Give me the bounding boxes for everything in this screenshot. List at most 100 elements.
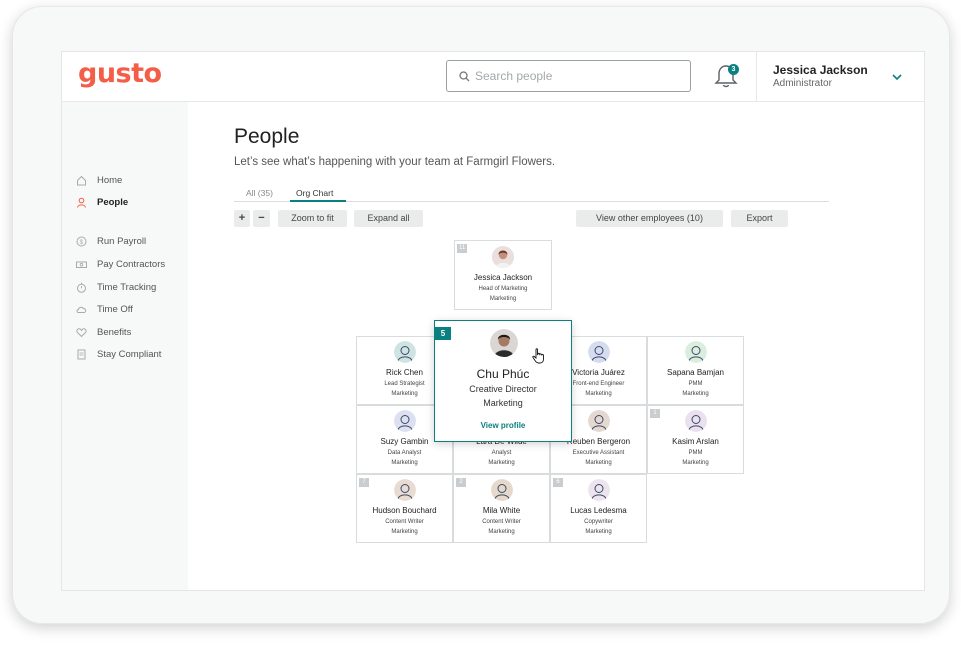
export-button[interactable]: Export	[731, 210, 788, 227]
employee-department: Marketing	[585, 529, 612, 535]
zoom-to-fit-button[interactable]: Zoom to fit	[278, 210, 347, 227]
search-people-input[interactable]: Search people	[446, 60, 691, 92]
sidebar-item-stay-compliant[interactable]: Stay Compliant	[76, 346, 161, 362]
employee-department: Marketing	[585, 460, 612, 466]
employee-department: Marketing	[391, 460, 418, 466]
employee-department: Marketing	[489, 296, 517, 302]
avatar	[684, 341, 707, 363]
employee-department: Marketing	[682, 391, 709, 397]
org-card-kasim-arslan[interactable]: 1 Kasim Arslan PMM Marketing	[647, 405, 744, 474]
page-subtitle: Let’s see what’s happening with your tea…	[234, 156, 556, 168]
heart-icon	[76, 327, 87, 337]
direct-reports-count: 6	[553, 478, 563, 487]
sidebar-item-label: Time Tracking	[97, 281, 157, 293]
sidebar-item-label: Time Off	[97, 303, 133, 315]
cloud-icon	[76, 306, 87, 313]
svg-text:$: $	[80, 240, 84, 246]
zoom-out-button[interactable]: −	[253, 210, 270, 227]
direct-reports-count: 7	[359, 478, 369, 487]
gusto-logo[interactable]: gusto	[78, 58, 162, 89]
dollar-icon: $	[76, 236, 87, 246]
employee-department: Marketing	[682, 460, 709, 466]
org-card-hudson-bouchard[interactable]: 7 Hudson Bouchard Content Writer Marketing	[356, 474, 453, 543]
sidebar-item-label: Home	[97, 174, 123, 186]
sidebar-item-home[interactable]: Home	[76, 172, 122, 188]
active-tab-indicator	[290, 200, 346, 202]
header-divider	[756, 52, 757, 102]
direct-reports-count: 11	[457, 244, 468, 253]
employee-name: Jessica Jackson	[473, 273, 533, 282]
employee-department: Marketing	[488, 529, 515, 535]
sidebar-item-label: People	[97, 196, 129, 208]
avatar	[684, 410, 707, 432]
employee-department: Marketing	[391, 529, 418, 535]
employee-title: PMM	[688, 450, 703, 456]
notification-count-badge: 3	[728, 64, 739, 75]
sidebar-item-people[interactable]: People	[76, 194, 128, 210]
avatar	[490, 329, 518, 357]
employee-title: Content Writer	[482, 519, 521, 525]
avatar	[587, 410, 610, 432]
avatar	[393, 341, 416, 363]
employee-department: Marketing	[483, 398, 523, 408]
org-card-lucas-ledesma[interactable]: 6 Lucas Ledesma Copywriter Marketing	[550, 474, 647, 543]
employee-title: Executive Assistant	[572, 450, 625, 456]
employee-title: Head of Marketing	[478, 286, 528, 292]
org-card-manager[interactable]: 11 Jessica Jackson Head of Marketing Mar…	[454, 240, 552, 310]
tab-all[interactable]: All (35)	[246, 188, 273, 198]
expand-all-button[interactable]: Expand all	[354, 210, 423, 227]
tab-org-chart[interactable]: Org Chart	[296, 188, 333, 198]
sidebar: Home People $ Run Payroll Pay Contractor…	[62, 102, 188, 590]
person-icon	[77, 197, 86, 208]
app-screen: gusto Search people 3 Jessica Jackson Ad…	[61, 51, 925, 591]
employee-title: Analyst	[491, 450, 512, 456]
employee-department: Marketing	[488, 460, 515, 466]
sidebar-item-benefits[interactable]: Benefits	[76, 324, 131, 340]
employee-title: Content Writer	[385, 519, 424, 525]
direct-reports-count: 5	[435, 327, 451, 340]
sidebar-item-label: Stay Compliant	[97, 348, 162, 360]
pointer-hand-icon	[532, 348, 544, 364]
org-card-selected[interactable]: 5 Chu Phúc Creative Director Marketing V…	[434, 320, 572, 442]
sidebar-item-label: Benefits	[97, 326, 132, 338]
chevron-down-icon[interactable]	[891, 72, 903, 82]
avatar	[492, 246, 514, 268]
avatar	[587, 341, 610, 363]
view-other-employees-button[interactable]: View other employees (10)	[576, 210, 723, 227]
search-icon	[459, 71, 470, 82]
employee-title: Creative Director	[469, 384, 537, 394]
home-icon	[77, 175, 86, 185]
sidebar-item-label: Run Payroll	[97, 235, 147, 247]
view-profile-link[interactable]: View profile	[435, 421, 571, 430]
avatar	[490, 479, 513, 501]
avatar	[393, 479, 416, 501]
direct-reports-count: 1	[650, 409, 660, 418]
employee-name: Kasim Arslan	[672, 437, 719, 446]
document-icon	[77, 349, 86, 359]
avatar	[587, 479, 610, 501]
search-placeholder: Search people	[475, 69, 553, 83]
money-icon	[76, 261, 87, 268]
employee-name: Mila White	[482, 506, 521, 515]
org-card-sapana-bamjan[interactable]: Sapana Bamjan PMM Marketing	[647, 336, 744, 405]
user-name[interactable]: Jessica Jackson	[773, 63, 868, 77]
sidebar-item-time-off[interactable]: Time Off	[76, 301, 133, 317]
org-card-mila-white[interactable]: 2 Mila White Content Writer Marketing	[453, 474, 550, 543]
user-role: Administrator	[773, 78, 832, 89]
sidebar-item-pay-contractors[interactable]: Pay Contractors	[76, 256, 165, 272]
page-title: People	[234, 125, 300, 148]
tablet-frame: gusto Search people 3 Jessica Jackson Ad…	[12, 6, 950, 624]
sidebar-item-label: Pay Contractors	[97, 258, 166, 270]
zoom-in-button[interactable]: +	[234, 210, 250, 227]
employee-name: Sapana Bamjan	[667, 368, 724, 377]
employee-name: Lucas Ledesma	[570, 506, 627, 515]
avatar	[393, 410, 416, 432]
employee-title: Copywriter	[584, 519, 613, 525]
sidebar-item-time-tracking[interactable]: Time Tracking	[76, 279, 156, 295]
employee-name: Hudson Bouchard	[372, 506, 437, 515]
sidebar-item-run-payroll[interactable]: $ Run Payroll	[76, 233, 146, 249]
employee-title: PMM	[688, 381, 703, 387]
employee-title: Data Analyst	[387, 450, 422, 456]
stopwatch-icon	[77, 282, 86, 293]
employee-name: Chu Phúc	[476, 367, 530, 381]
